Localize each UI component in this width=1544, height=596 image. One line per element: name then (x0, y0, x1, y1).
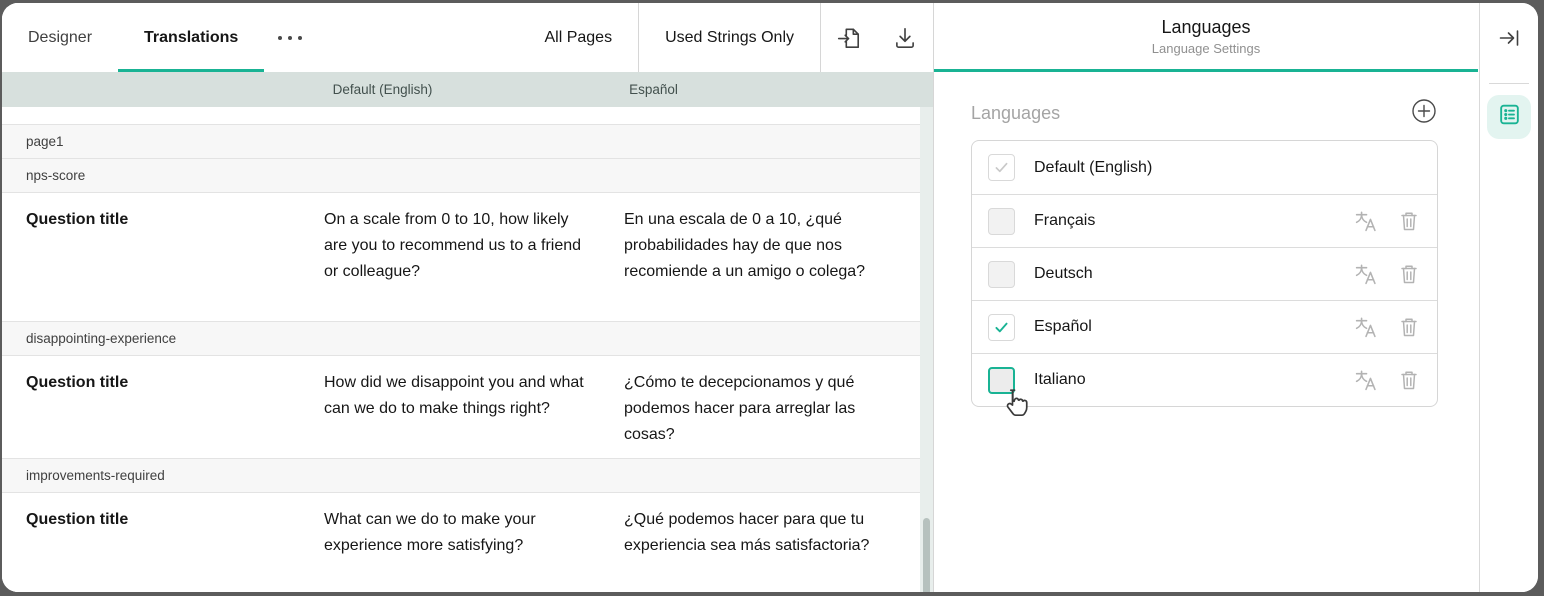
tab-translations[interactable]: Translations (118, 3, 264, 72)
translation-row: Question title How did we disappoint you… (2, 356, 920, 458)
survey-creator-window: Designer Translations All Pages Used Str… (2, 3, 1538, 592)
espanol-cell[interactable]: ¿Cómo te decepcionamos y qué podemos hac… (608, 370, 908, 448)
languages-section-label: Languages (971, 103, 1060, 124)
more-tabs-button[interactable] (264, 3, 316, 72)
sidebar-body: Languages Default (English) (934, 72, 1478, 592)
collapse-arrow-icon (1497, 26, 1521, 55)
delete-language-icon[interactable] (1399, 210, 1419, 232)
language-checkbox-default (988, 154, 1015, 181)
group-label: page1 (26, 134, 64, 149)
tab-translations-label: Translations (144, 29, 238, 47)
translation-panel: Designer Translations All Pages Used Str… (2, 3, 933, 592)
translation-table-header: Default (English) Español (2, 72, 933, 107)
add-language-button[interactable] (1410, 99, 1438, 127)
group-label: improvements-required (26, 468, 165, 483)
group-row-improvements-required[interactable]: improvements-required (2, 458, 920, 493)
list-settings-icon (1497, 102, 1522, 132)
language-list: Default (English) Français (971, 140, 1438, 407)
language-row-francais: Français (972, 194, 1437, 247)
string-label: Question title (2, 370, 308, 448)
language-name: Español (1034, 318, 1092, 336)
collapse-sidebar-button[interactable] (1497, 26, 1521, 55)
string-label: Question title (2, 207, 308, 311)
group-row-disappointing-experience[interactable]: disappointing-experience (2, 321, 920, 356)
table-scrollbar-track[interactable] (920, 107, 933, 592)
language-checkbox-francais[interactable] (988, 208, 1015, 235)
all-pages-label: All Pages (544, 29, 612, 47)
language-row-espanol: Español (972, 300, 1437, 353)
language-row-italiano: Italiano (972, 353, 1437, 406)
import-translations-button[interactable] (821, 3, 877, 72)
translation-row: Question title On a scale from 0 to 10, … (2, 193, 920, 321)
language-checkbox-italiano[interactable] (988, 367, 1015, 394)
creator-toolbar: Designer Translations All Pages Used Str… (2, 3, 933, 72)
languages-sidebar: Languages Language Settings Languages (934, 3, 1478, 592)
sidebar-title: Languages (1161, 17, 1250, 38)
tab-designer[interactable]: Designer (2, 3, 118, 72)
language-checkbox-deutsch[interactable] (988, 261, 1015, 288)
group-label: disappointing-experience (26, 331, 176, 346)
languages-section-header: Languages (971, 99, 1438, 127)
language-name: Français (1034, 212, 1095, 230)
delete-language-icon[interactable] (1399, 369, 1419, 391)
delete-language-icon[interactable] (1399, 316, 1419, 338)
table-scrollbar-thumb[interactable] (923, 518, 930, 592)
language-checkbox-espanol[interactable] (988, 314, 1015, 341)
string-label: Question title (2, 507, 308, 583)
espanol-cell[interactable]: En una escala de 0 a 10, ¿qué probabilid… (608, 207, 908, 311)
language-name: Default (English) (1034, 159, 1152, 177)
import-icon (836, 25, 862, 51)
machine-translate-icon[interactable] (1354, 210, 1377, 233)
language-row-default-english: Default (English) (972, 141, 1437, 194)
group-row-page1[interactable]: page1 (2, 124, 920, 159)
group-label: nps-score (26, 168, 85, 183)
language-row-deutsch: Deutsch (972, 247, 1437, 300)
group-row-nps-score[interactable]: nps-score (2, 158, 920, 193)
machine-translate-icon[interactable] (1354, 316, 1377, 339)
language-settings-tab-button[interactable] (1487, 95, 1531, 139)
toolbar-actions: All Pages Used Strings Only (518, 3, 933, 72)
tab-designer-label: Designer (28, 29, 92, 47)
default-english-cell[interactable]: On a scale from 0 to 10, how likely are … (308, 207, 608, 311)
used-strings-only-button[interactable]: Used Strings Only (639, 3, 820, 72)
sidebar-tab-strip (1479, 3, 1538, 592)
used-strings-label: Used Strings Only (665, 29, 794, 47)
default-english-cell[interactable]: What can we do to make your experience m… (308, 507, 608, 583)
plus-circle-icon (1410, 97, 1438, 130)
machine-translate-icon[interactable] (1354, 263, 1377, 286)
translation-row: Question title What can we do to make yo… (2, 493, 920, 592)
download-icon (892, 25, 918, 51)
toolbar-divider (1489, 83, 1529, 84)
column-header-espanol: Español (518, 82, 789, 97)
sidebar-header: Languages Language Settings (934, 3, 1478, 72)
language-name: Deutsch (1034, 265, 1093, 283)
delete-language-icon[interactable] (1399, 263, 1419, 285)
all-pages-dropdown[interactable]: All Pages (518, 3, 638, 72)
espanol-cell[interactable]: ¿Qué podemos hacer para que tu experienc… (608, 507, 908, 583)
machine-translate-icon[interactable] (1354, 369, 1377, 392)
ellipsis-icon (278, 36, 282, 40)
default-english-cell[interactable]: How did we disappoint you and what can w… (308, 370, 608, 448)
export-translations-button[interactable] (877, 3, 933, 72)
column-header-default-english: Default (English) (247, 82, 518, 97)
language-name: Italiano (1034, 371, 1086, 389)
translation-table-body: page1 nps-score Question title On a scal… (2, 107, 933, 592)
sidebar-subtitle: Language Settings (1152, 41, 1260, 56)
